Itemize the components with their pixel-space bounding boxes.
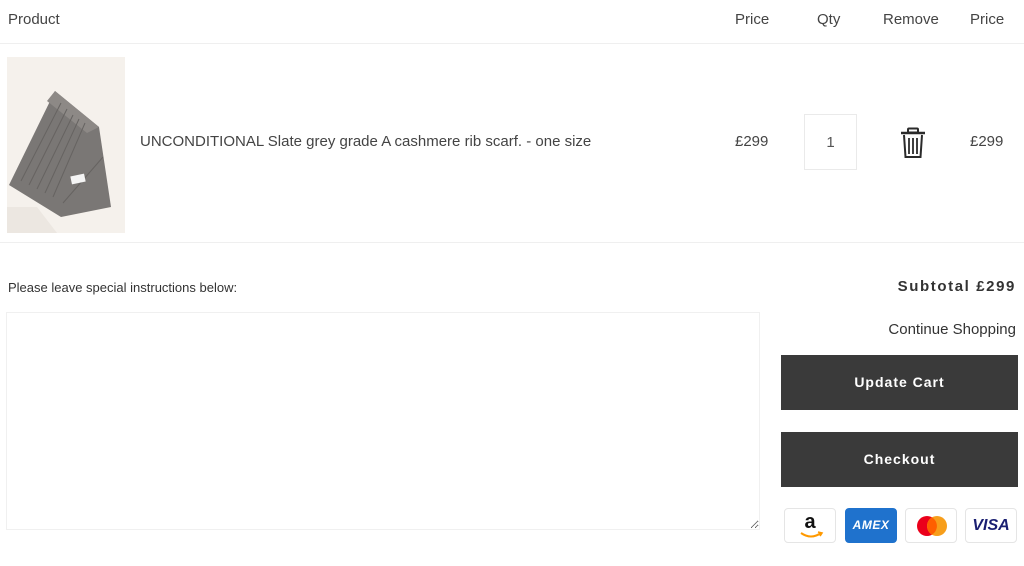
header-product: Product: [8, 11, 60, 28]
special-instructions-textarea[interactable]: [6, 312, 760, 530]
remove-item-button[interactable]: [899, 127, 927, 159]
product-image[interactable]: [7, 57, 125, 233]
amex-icon: AMEX: [845, 508, 897, 543]
amazon-smile-icon: [800, 531, 824, 538]
update-cart-button[interactable]: Update Cart: [781, 355, 1018, 410]
mastercard-icon: [905, 508, 957, 543]
item-price: £299: [735, 133, 769, 150]
header-qty: Qty: [817, 11, 841, 28]
special-instructions-label: Please leave special instructions below:: [8, 280, 238, 295]
payment-methods: a AMEX VISA: [784, 508, 1018, 544]
amex-label: AMEX: [852, 518, 890, 532]
visa-label: VISA: [972, 517, 1010, 534]
subtotal: Subtotal £299: [897, 278, 1016, 295]
header-remove: Remove: [883, 11, 939, 28]
quantity-input[interactable]: [804, 114, 857, 170]
mastercard-circles: [917, 516, 947, 536]
grey-scarf-product-image: [7, 57, 125, 233]
continue-shopping-link[interactable]: Continue Shopping: [888, 321, 1016, 338]
cart-table-header: Product Price Qty Remove Price: [0, 0, 1024, 44]
item-line-total: £299: [970, 133, 1004, 150]
header-price: Price: [735, 11, 770, 28]
checkout-button[interactable]: Checkout: [781, 432, 1018, 487]
header-total: Price: [970, 11, 1005, 28]
trash-icon: [901, 127, 925, 158]
product-name[interactable]: UNCONDITIONAL Slate grey grade A cashmer…: [140, 133, 591, 150]
amazon-pay-icon: a: [784, 508, 836, 543]
cart-item-row: UNCONDITIONAL Slate grey grade A cashmer…: [0, 45, 1024, 243]
visa-icon: VISA: [965, 508, 1017, 543]
